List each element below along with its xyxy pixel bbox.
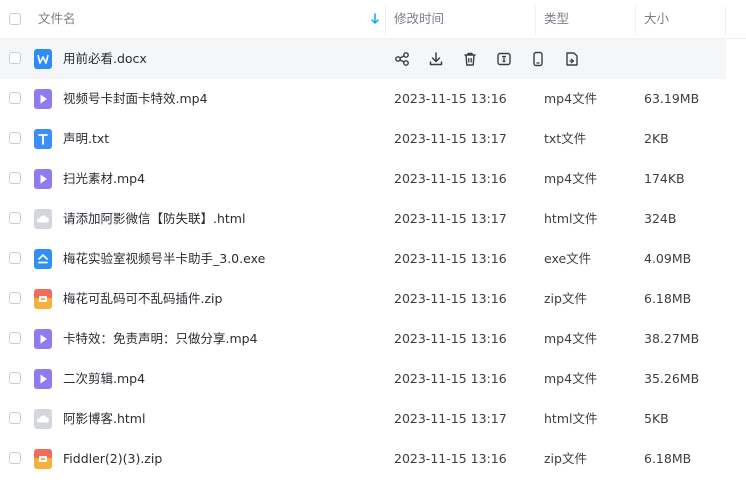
file-size: 324B xyxy=(644,211,677,226)
file-name[interactable]: 阿影博客.html xyxy=(63,399,145,439)
word-file-icon xyxy=(34,49,52,69)
row-checkbox[interactable] xyxy=(9,332,21,344)
row-checkbox[interactable] xyxy=(9,52,21,64)
column-header-time[interactable]: 修改时间 xyxy=(394,0,444,38)
file-name[interactable]: 卡特效：免责声明：只做分享.mp4 xyxy=(63,319,258,359)
video-file-icon xyxy=(34,369,52,389)
table-row[interactable]: 请添加阿影微信【防失联】.html 2023-11-15 13:17 html文… xyxy=(0,199,746,239)
row-checkbox[interactable] xyxy=(9,452,21,464)
column-divider[interactable] xyxy=(535,6,536,36)
file-type: html文件 xyxy=(544,211,598,226)
video-file-icon xyxy=(34,329,52,349)
table-row[interactable]: 二次剪辑.mp4 2023-11-15 13:16 mp4文件 35.26MB xyxy=(0,359,746,399)
file-type: zip文件 xyxy=(544,451,587,466)
file-size: 2KB xyxy=(644,131,669,146)
file-modified-time: 2023-11-15 13:16 xyxy=(394,451,507,466)
file-size: 4.09MB xyxy=(644,251,692,266)
exe-file-icon xyxy=(34,249,52,269)
file-type: zip文件 xyxy=(544,291,587,306)
file-modified-time: 2023-11-15 13:16 xyxy=(394,371,507,386)
table-header: 文件名 修改时间 类型 大小 xyxy=(0,0,746,39)
table-row[interactable]: 梅花可乱码可不乱码插件.zip 2023-11-15 13:16 zip文件 6… xyxy=(0,279,746,319)
file-type: mp4文件 xyxy=(544,371,598,386)
video-file-icon xyxy=(34,169,52,189)
file-name[interactable]: 二次剪辑.mp4 xyxy=(63,359,145,399)
file-size: 5KB xyxy=(644,411,669,426)
table-row[interactable]: 视频号卡封面卡特效.mp4 2023-11-15 13:16 mp4文件 63.… xyxy=(0,79,746,119)
file-modified-time: 2023-11-15 13:17 xyxy=(394,411,507,426)
file-name[interactable]: 扫光素材.mp4 xyxy=(63,159,145,199)
row-checkbox[interactable] xyxy=(9,212,21,224)
file-modified-time: 2023-11-15 13:16 xyxy=(394,251,507,266)
column-divider[interactable] xyxy=(725,6,726,36)
file-type: mp4文件 xyxy=(544,331,598,346)
file-type: html文件 xyxy=(544,411,598,426)
file-size: 38.27MB xyxy=(644,331,700,346)
zip-file-icon xyxy=(34,289,52,309)
file-size: 63.19MB xyxy=(644,91,700,106)
delete-icon[interactable] xyxy=(462,51,478,67)
column-divider[interactable] xyxy=(635,6,636,36)
column-divider[interactable] xyxy=(385,6,386,36)
table-row[interactable]: 用前必看.docx xyxy=(0,39,726,79)
file-name[interactable]: 视频号卡封面卡特效.mp4 xyxy=(63,79,208,119)
file-table: 文件名 修改时间 类型 大小 用前必看.docx 视频号卡封面卡特效.mp4 2… xyxy=(0,0,746,479)
row-checkbox[interactable] xyxy=(9,372,21,384)
row-checkbox[interactable] xyxy=(9,92,21,104)
table-row[interactable]: 扫光素材.mp4 2023-11-15 13:16 mp4文件 174KB xyxy=(0,159,746,199)
file-name[interactable]: 请添加阿影微信【防失联】.html xyxy=(63,199,245,239)
file-name[interactable]: Fiddler(2)(3).zip xyxy=(63,439,162,479)
file-name[interactable]: 声明.txt xyxy=(63,119,109,159)
file-modified-time: 2023-11-15 13:16 xyxy=(394,171,507,186)
text-file-icon xyxy=(34,129,52,149)
row-checkbox[interactable] xyxy=(9,292,21,304)
row-checkbox[interactable] xyxy=(9,252,21,264)
row-checkbox[interactable] xyxy=(9,412,21,424)
file-modified-time: 2023-11-15 13:16 xyxy=(394,291,507,306)
file-size: 6.18MB xyxy=(644,291,692,306)
phone-icon[interactable] xyxy=(530,51,546,67)
column-header-name[interactable]: 文件名 xyxy=(38,0,76,38)
download-icon[interactable] xyxy=(428,51,444,67)
table-row[interactable]: 阿影博客.html 2023-11-15 13:17 html文件 5KB xyxy=(0,399,746,439)
video-file-icon xyxy=(34,89,52,109)
table-row[interactable]: 声明.txt 2023-11-15 13:17 txt文件 2KB xyxy=(0,119,746,159)
table-row[interactable]: 梅花实验室视频号半卡助手_3.0.exe 2023-11-15 13:16 ex… xyxy=(0,239,746,279)
html-file-icon xyxy=(34,209,52,229)
table-row[interactable]: Fiddler(2)(3).zip 2023-11-15 13:16 zip文件… xyxy=(0,439,746,479)
file-size: 174KB xyxy=(644,171,685,186)
column-header-size[interactable]: 大小 xyxy=(644,0,669,38)
file-type: txt文件 xyxy=(544,131,587,146)
copy-icon[interactable] xyxy=(564,51,580,67)
file-type: mp4文件 xyxy=(544,171,598,186)
file-size: 6.18MB xyxy=(644,451,692,466)
html-file-icon xyxy=(34,409,52,429)
file-modified-time: 2023-11-15 13:17 xyxy=(394,211,507,226)
share-icon[interactable] xyxy=(394,51,410,67)
column-header-type[interactable]: 类型 xyxy=(544,0,569,38)
zip-file-icon xyxy=(34,449,52,469)
file-name[interactable]: 梅花可乱码可不乱码插件.zip xyxy=(63,279,222,319)
row-checkbox[interactable] xyxy=(9,172,21,184)
file-modified-time: 2023-11-15 13:17 xyxy=(394,131,507,146)
rename-icon[interactable] xyxy=(496,51,512,67)
file-name[interactable]: 用前必看.docx xyxy=(63,39,147,79)
select-all-checkbox[interactable] xyxy=(9,13,21,25)
file-modified-time: 2023-11-15 13:16 xyxy=(394,331,507,346)
file-type: mp4文件 xyxy=(544,91,598,106)
file-size: 35.26MB xyxy=(644,371,700,386)
file-modified-time: 2023-11-15 13:16 xyxy=(394,91,507,106)
file-name[interactable]: 梅花实验室视频号半卡助手_3.0.exe xyxy=(63,239,265,279)
table-row[interactable]: 卡特效：免责声明：只做分享.mp4 2023-11-15 13:16 mp4文件… xyxy=(0,319,746,359)
row-checkbox[interactable] xyxy=(9,132,21,144)
file-type: exe文件 xyxy=(544,251,592,266)
sort-down-icon[interactable] xyxy=(370,13,380,25)
